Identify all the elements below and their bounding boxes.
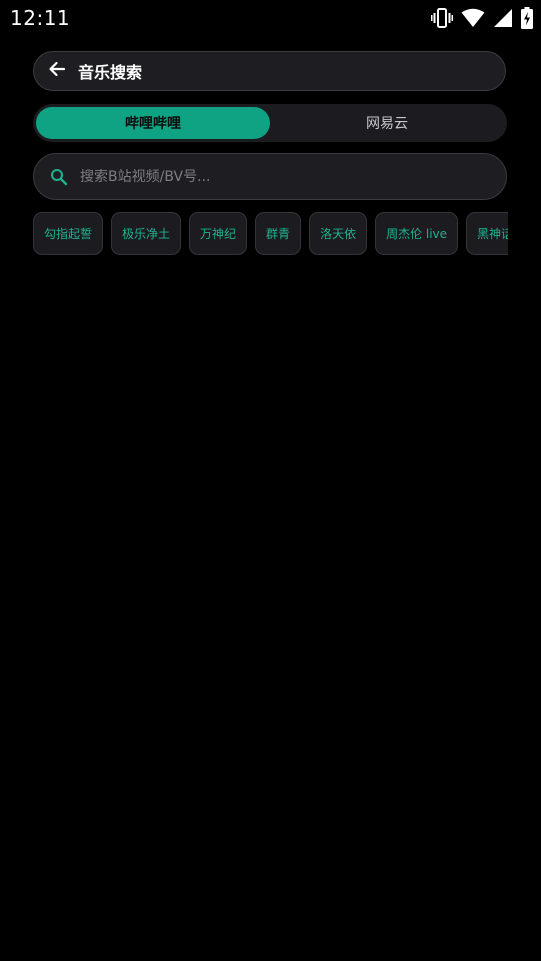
quick-tags: 勾指起誓 极乐净土 万神纪 群青 洛天依 周杰伦 live 黑神话 [33, 212, 508, 257]
arrow-left-icon [48, 60, 66, 82]
tag-chip[interactable]: 洛天依 [309, 212, 368, 255]
back-button[interactable] [44, 58, 70, 84]
source-tabs: 哔哩哔哩 网易云 [33, 104, 507, 142]
search-icon [50, 168, 68, 186]
tag-chip[interactable]: 万神纪 [189, 212, 248, 255]
tab-netease[interactable]: 网易云 [270, 107, 504, 139]
search-box [33, 153, 507, 200]
status-bar: 12:11 [0, 0, 541, 36]
search-input[interactable] [80, 168, 506, 185]
cell-signal-icon [493, 8, 513, 28]
battery-charging-icon [521, 7, 533, 29]
tab-bilibili[interactable]: 哔哩哔哩 [36, 107, 270, 139]
tag-chip[interactable]: 群青 [255, 212, 302, 255]
wifi-icon [461, 8, 485, 28]
status-icons [431, 6, 533, 30]
page-title: 音乐搜索 [78, 63, 143, 82]
title-bar: 音乐搜索 [33, 51, 506, 91]
tag-chip[interactable]: 极乐净土 [111, 212, 182, 255]
status-time: 12:11 [10, 6, 71, 30]
tag-chip[interactable]: 勾指起誓 [33, 212, 104, 255]
tag-chip[interactable]: 黑神话 [466, 212, 508, 255]
vibrate-icon [431, 8, 453, 28]
tag-chip[interactable]: 周杰伦 live [375, 212, 459, 255]
